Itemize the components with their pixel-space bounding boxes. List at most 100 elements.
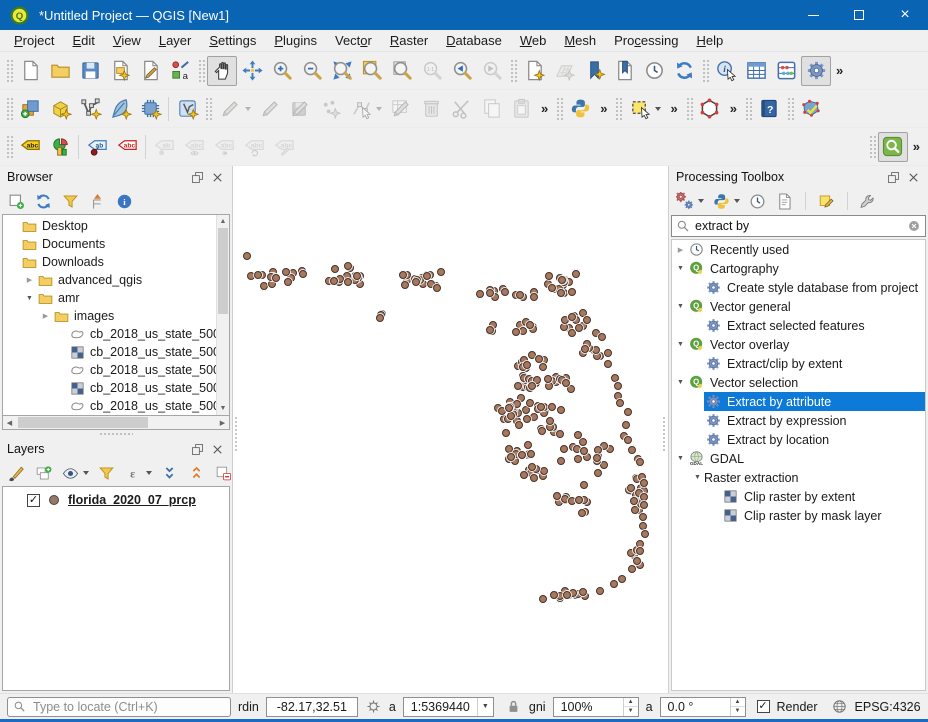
- algorithm-item[interactable]: ▼QVector general: [672, 297, 925, 316]
- chevron-down-icon[interactable]: [655, 107, 661, 111]
- toolbar-handle[interactable]: [197, 58, 205, 84]
- clear-search-icon[interactable]: [907, 219, 921, 233]
- chevron-down-icon[interactable]: ▼: [674, 303, 687, 310]
- toolbar-handle[interactable]: [555, 96, 563, 122]
- manage-map-themes-button[interactable]: [61, 464, 89, 483]
- layer-diagram-button[interactable]: [45, 132, 75, 162]
- close-button[interactable]: ×: [882, 0, 928, 30]
- processing-search-box[interactable]: [671, 215, 926, 237]
- browser-item[interactable]: cb_2018_us_state_500k.shp.e: [3, 361, 229, 379]
- magnifier-spinbox[interactable]: 100% ▲▼: [553, 697, 639, 717]
- map-canvas[interactable]: [233, 166, 668, 693]
- show-layout-manager-button[interactable]: [135, 56, 165, 86]
- browser-item[interactable]: cb_2018_us_state_500k.shp.e: [3, 343, 229, 361]
- save-project-button[interactable]: [75, 56, 105, 86]
- collapse-all-browser-button[interactable]: [88, 192, 107, 211]
- models-button[interactable]: [676, 192, 704, 211]
- refresh-browser-button[interactable]: [34, 192, 53, 211]
- layers-close-button[interactable]: [210, 442, 225, 457]
- algorithm-item[interactable]: ▶Recently used: [672, 240, 925, 259]
- chevron-down-icon[interactable]: ▼: [674, 455, 687, 462]
- toolbar-handle[interactable]: [614, 96, 622, 122]
- highlight-labels-button[interactable]: abc: [112, 132, 142, 162]
- properties-widget-button[interactable]: i: [115, 192, 134, 211]
- locator-input[interactable]: [31, 699, 225, 715]
- scale-combo[interactable]: 1:5369440 ▼: [403, 697, 494, 717]
- menu-item-web[interactable]: Web: [511, 32, 556, 49]
- algorithm-item[interactable]: Extract selected features: [672, 316, 925, 335]
- toolbar-handle[interactable]: [5, 96, 13, 122]
- pan-to-selection-button[interactable]: [237, 56, 267, 86]
- chevron-down-icon[interactable]: ▼: [23, 295, 36, 302]
- check-geometries-button[interactable]: [796, 94, 826, 124]
- algorithm-item[interactable]: ▼QCartography: [672, 259, 925, 278]
- chevron-down-icon[interactable]: [376, 107, 382, 111]
- render-checkbox[interactable]: ✓: [757, 700, 770, 713]
- menu-item-edit[interactable]: Edit: [63, 32, 103, 49]
- processing-toolbox-button[interactable]: [801, 56, 831, 86]
- toolbar-handle[interactable]: [204, 96, 212, 122]
- chevron-down-icon[interactable]: [698, 199, 704, 203]
- chevron-down-icon[interactable]: ▼: [674, 341, 687, 348]
- menu-item-layer[interactable]: Layer: [150, 32, 201, 49]
- toolbar-handle[interactable]: [685, 96, 693, 122]
- algorithm-item[interactable]: Clip raster by extent: [672, 487, 925, 506]
- style-manager-button[interactable]: a: [165, 56, 195, 86]
- scrollbar-thumb[interactable]: [218, 228, 228, 314]
- algorithm-item[interactable]: Clip raster by mask layer: [672, 506, 925, 525]
- browser-item[interactable]: Documents: [3, 235, 229, 253]
- processing-float-button[interactable]: [886, 170, 901, 185]
- layer-item[interactable]: ✓ florida_2020_07_prcp: [3, 490, 229, 510]
- open-layer-styling-button[interactable]: [7, 464, 26, 483]
- pan-map-button[interactable]: [207, 56, 237, 86]
- add-selected-layer-button[interactable]: [7, 192, 26, 211]
- lock-scale-icon[interactable]: [505, 698, 522, 715]
- toolbar-overflow-button[interactable]: »: [725, 101, 742, 116]
- browser-item[interactable]: Desktop: [3, 217, 229, 235]
- panel-splitter[interactable]: [0, 430, 232, 438]
- chevron-right-icon[interactable]: ▶: [23, 276, 36, 284]
- minimize-button[interactable]: [790, 0, 836, 30]
- menu-item-project[interactable]: Project: [5, 32, 63, 49]
- filter-legend-button[interactable]: [97, 464, 116, 483]
- new-spatial-bookmark-button[interactable]: [579, 56, 609, 86]
- coordinate-box[interactable]: -82.17,32.51: [266, 697, 358, 717]
- browser-item[interactable]: ▶advanced_qgis: [3, 271, 229, 289]
- new-map-view-button[interactable]: [519, 56, 549, 86]
- maximize-button[interactable]: [836, 0, 882, 30]
- extents-toggle-icon[interactable]: [365, 698, 382, 715]
- zoom-out-button[interactable]: [297, 56, 327, 86]
- options-button[interactable]: [859, 192, 878, 211]
- edit-features-inplace-button[interactable]: [817, 192, 836, 211]
- algorithm-item[interactable]: ▼QVector overlay: [672, 335, 925, 354]
- zoom-to-selection-button[interactable]: [357, 56, 387, 86]
- identify-features-button[interactable]: i: [711, 56, 741, 86]
- algorithm-item[interactable]: ▼GDALGDAL: [672, 449, 925, 468]
- python-console-button[interactable]: [565, 94, 595, 124]
- browser-item[interactable]: Downloads: [3, 253, 229, 271]
- crs-value[interactable]: EPSG:4326: [855, 700, 921, 714]
- locator-search[interactable]: [7, 697, 231, 717]
- temporal-controller-button[interactable]: [639, 56, 669, 86]
- new-temporary-scratch-layer-button[interactable]: [135, 94, 165, 124]
- browser-item[interactable]: cb_2018_us_state_500k.shp.is: [3, 379, 229, 397]
- history-button[interactable]: [748, 192, 767, 211]
- browser-item[interactable]: ▶images: [3, 307, 229, 325]
- filter-expression-button[interactable]: ε: [124, 464, 152, 483]
- algorithm-item[interactable]: Extract by location: [672, 430, 925, 449]
- collapse-all-button[interactable]: [187, 464, 206, 483]
- chevron-right-icon[interactable]: ▶: [674, 246, 687, 254]
- refresh-map-button[interactable]: [669, 56, 699, 86]
- processing-search-input[interactable]: [695, 219, 902, 233]
- menu-item-database[interactable]: Database: [437, 32, 511, 49]
- scroll-right-arrow-icon[interactable]: ▶: [216, 419, 229, 427]
- open-project-button[interactable]: [45, 56, 75, 86]
- data-source-manager-button[interactable]: [15, 94, 45, 124]
- scroll-up-arrow-icon[interactable]: ▲: [217, 215, 229, 228]
- menu-item-mesh[interactable]: Mesh: [555, 32, 605, 49]
- browser-close-button[interactable]: [210, 170, 225, 185]
- open-attribute-table-button[interactable]: [741, 56, 771, 86]
- chevron-down-icon[interactable]: [146, 471, 152, 475]
- show-spatial-bookmarks-button[interactable]: [609, 56, 639, 86]
- processing-close-button[interactable]: [906, 170, 921, 185]
